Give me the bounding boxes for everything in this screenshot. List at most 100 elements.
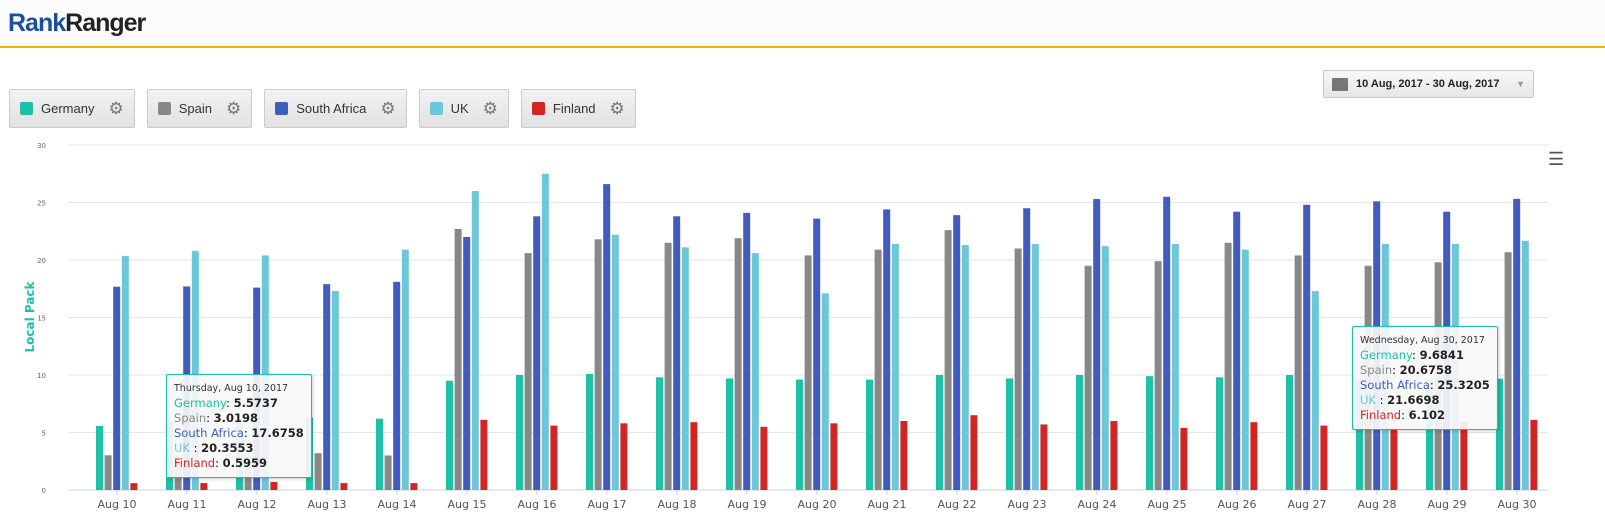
bar-spain (1154, 261, 1162, 490)
x-tick-label: Aug 22 (938, 498, 977, 511)
y-tick-label: 5 (42, 430, 46, 438)
bar-south-africa (603, 184, 611, 490)
bar-uk (121, 255, 129, 490)
tooltip-aug-10: Thursday, Aug 10, 2017 Germany: 5.5737 Spa… (166, 374, 312, 478)
bar-germany (1076, 375, 1083, 490)
bar-uk (401, 249, 409, 490)
bar-germany (96, 425, 103, 490)
bar-finland (1460, 422, 1468, 490)
bar-finland (1040, 424, 1048, 490)
bar-germany (446, 380, 453, 490)
bar-south-africa (1513, 198, 1521, 490)
bar-south-africa (1163, 196, 1171, 490)
bar-uk (751, 253, 759, 490)
bar-spain (314, 453, 322, 490)
x-tick-label: Aug 25 (1148, 498, 1187, 511)
bar-germany (726, 378, 733, 490)
bar-south-africa (883, 209, 891, 490)
tooltip-series: Germany (174, 396, 227, 410)
bar-finland (410, 483, 418, 490)
tooltip-series: Spain (174, 411, 207, 425)
bar-spain (874, 249, 882, 490)
y-tick-label: 30 (37, 142, 46, 150)
tooltip-series: UK (174, 441, 194, 455)
bar-uk (1101, 246, 1109, 490)
bar-spain (804, 255, 812, 490)
bar-uk (821, 293, 829, 490)
tooltip-row: Germany: 9.6841 (1360, 348, 1464, 362)
bar-spain (454, 228, 462, 490)
bar-spain (524, 253, 532, 490)
tooltip-value: 21.6698 (1387, 393, 1440, 407)
bar-finland (1180, 427, 1188, 490)
tooltip-series: Spain (1360, 363, 1393, 377)
x-tick-label: Aug 11 (168, 498, 207, 511)
bar-uk (1311, 291, 1319, 490)
tooltip-row: South Africa: 17.6758 (174, 426, 304, 440)
tooltip-row: Finland: 6.102 (1360, 408, 1446, 422)
x-tick-label: Aug 19 (728, 498, 767, 511)
x-tick-label: Aug 18 (658, 498, 697, 511)
x-tick-label: Aug 27 (1288, 498, 1327, 511)
tooltip-row: Spain: 20.6758 (1360, 363, 1453, 377)
y-tick-label: 10 (37, 372, 46, 380)
tooltip-series: Finland (174, 456, 216, 470)
bar-germany (796, 379, 803, 490)
tooltip-value: 25.3205 (1437, 378, 1490, 392)
bar-germany (1216, 377, 1223, 490)
bar-south-africa (113, 286, 121, 490)
tooltip-row: Germany: 5.5737 (174, 396, 278, 410)
tooltip-row: UK : 20.3553 (174, 441, 254, 455)
bar-south-africa (1023, 208, 1031, 490)
tooltip-value: 0.5959 (222, 456, 268, 470)
tooltip-series: South Africa (1360, 378, 1430, 392)
y-tick-label: 20 (37, 257, 46, 265)
bar-finland (1110, 421, 1118, 490)
bar-germany (586, 373, 593, 490)
bar-south-africa (813, 218, 821, 490)
tooltip-value: 20.6758 (1399, 363, 1453, 377)
bar-south-africa (533, 216, 541, 491)
bar-uk (1521, 240, 1529, 490)
tooltip-row: UK : 21.6698 (1360, 393, 1440, 407)
bar-spain (1504, 252, 1512, 490)
bar-finland (760, 426, 768, 490)
bar-spain (104, 455, 112, 490)
bar-uk (681, 247, 689, 490)
x-tick-label: Aug 15 (448, 498, 487, 511)
bar-spain (1014, 248, 1022, 490)
bar-germany (866, 379, 873, 490)
bar-finland (340, 483, 348, 490)
tooltip-value: 20.3553 (201, 441, 254, 455)
y-axis-title: Local Pack (23, 280, 37, 352)
bar-south-africa (1093, 199, 1101, 491)
bar-south-africa (463, 237, 471, 490)
bar-germany (656, 377, 663, 490)
tooltip-value: 3.0198 (213, 411, 259, 425)
tooltip-series: UK (1360, 393, 1380, 407)
tooltip-value: 5.5737 (233, 396, 278, 410)
x-tick-label: Aug 16 (518, 498, 557, 511)
bar-uk (1031, 243, 1039, 490)
bar-spain (1084, 265, 1092, 490)
tooltip-series: Finland (1360, 408, 1402, 422)
bar-finland (620, 423, 628, 490)
bar-spain (1224, 242, 1232, 490)
bar-spain (1294, 255, 1302, 490)
bar-south-africa (673, 216, 681, 491)
bar-spain (594, 239, 602, 490)
bar-finland (970, 415, 978, 490)
y-tick-label: 0 (42, 487, 46, 495)
bar-finland (1390, 427, 1398, 490)
x-tick-label: Aug 28 (1358, 498, 1397, 511)
tooltip-date: Thursday, Aug 10, 2017 (174, 383, 289, 394)
x-tick-label: Aug 21 (868, 498, 907, 511)
tooltip-value: 17.6758 (251, 426, 304, 440)
bar-south-africa (1303, 204, 1311, 491)
tooltip-series: South Africa (174, 426, 244, 440)
y-tick-label: 25 (37, 200, 46, 208)
bar-finland (550, 425, 558, 490)
tooltip-aug-30: Wednesday, Aug 30, 2017 Germany: 9.6841 Sp… (1352, 326, 1498, 430)
bar-finland (1530, 419, 1538, 490)
x-tick-label: Aug 14 (378, 498, 417, 511)
